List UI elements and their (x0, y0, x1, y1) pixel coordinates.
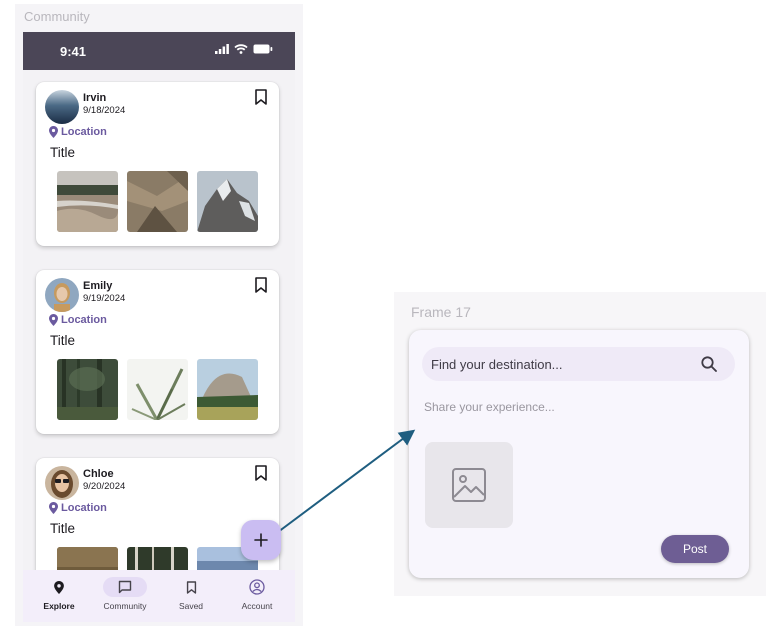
photo-row (57, 359, 258, 420)
status-icons (215, 44, 273, 54)
location-row[interactable]: Location (49, 126, 107, 138)
bookmark-icon[interactable] (254, 277, 268, 293)
status-time: 9:41 (60, 44, 87, 59)
search-placeholder: Find your destination... (431, 357, 563, 372)
user-name: Emily (83, 280, 113, 292)
nav-item-community[interactable]: Community (91, 577, 159, 617)
search-input[interactable]: Find your destination... (422, 347, 735, 381)
create-post-panel: Find your destination... Share your expe… (409, 330, 749, 578)
location-label: Location (61, 126, 107, 138)
avatar (45, 90, 79, 124)
account-icon (249, 579, 265, 595)
canyon-photo[interactable] (57, 547, 118, 570)
bottom-navigation: Explore Community Saved Account (23, 570, 295, 622)
location-pin-icon (49, 126, 58, 138)
image-icon (452, 468, 486, 502)
frame-label: Frame 17 (411, 304, 471, 320)
photo-row (57, 547, 258, 570)
post-title: Title (50, 145, 76, 160)
plant-leaves-photo[interactable] (127, 359, 188, 420)
location-label: Location (61, 314, 107, 326)
mountain-peak-photo[interactable] (197, 171, 258, 232)
post-date: 9/18/2024 (83, 105, 126, 116)
nav-label: Account (241, 601, 273, 611)
location-row[interactable]: Location (49, 314, 107, 326)
photo-row (57, 171, 258, 232)
forest-trees-photo[interactable] (127, 547, 188, 570)
status-bar: 9:41 (23, 32, 295, 70)
nav-item-explore[interactable]: Explore (25, 577, 93, 617)
post-date: 9/20/2024 (83, 481, 126, 492)
user-name: Irvin (83, 92, 107, 104)
avatar (45, 466, 79, 500)
nav-item-saved[interactable]: Saved (157, 577, 225, 617)
post-title: Title (50, 333, 76, 348)
post-card[interactable]: Irvin 9/18/2024 Location Title (36, 82, 279, 246)
share-experience-input[interactable]: Share your experience... (424, 400, 555, 414)
post-button[interactable]: Post (661, 535, 729, 563)
location-pin-icon (54, 580, 64, 594)
location-pin-icon (49, 314, 58, 326)
image-upload-placeholder[interactable] (425, 442, 513, 528)
post-title: Title (50, 521, 76, 536)
beach-photo[interactable] (57, 171, 118, 232)
half-dome-photo[interactable] (197, 359, 258, 420)
battery-icon (253, 44, 273, 54)
post-date: 9/19/2024 (83, 293, 126, 304)
frame-17: Frame 17 Find your destination... Share … (394, 292, 766, 596)
post-card[interactable]: Emily 9/19/2024 Location Title (36, 270, 279, 434)
signal-icon (215, 44, 229, 54)
phone-screen: 9:41 Irvin 9/18/2024 Location Title Emil… (23, 32, 295, 622)
nav-label: Saved (178, 601, 204, 611)
rock-texture-photo[interactable] (127, 171, 188, 232)
forest-photo[interactable] (57, 359, 118, 420)
plus-icon (254, 533, 268, 547)
chat-icon (118, 580, 132, 594)
frame-label: Community (24, 9, 90, 24)
nav-label: Explore (43, 601, 75, 611)
nav-active-indicator (103, 577, 147, 597)
location-row[interactable]: Location (49, 502, 107, 514)
bookmark-icon (186, 580, 196, 594)
avatar (45, 278, 79, 312)
bookmark-icon[interactable] (254, 465, 268, 481)
bookmark-icon[interactable] (254, 89, 268, 105)
post-feed[interactable]: Irvin 9/18/2024 Location Title Emily 9/1… (23, 70, 295, 570)
nav-label: Community (103, 601, 147, 611)
community-frame: Community 9:41 Irvin 9/18/2024 Location … (15, 4, 303, 626)
nav-item-account[interactable]: Account (223, 577, 291, 617)
wifi-icon (234, 44, 248, 54)
add-post-button[interactable] (241, 520, 281, 560)
search-icon[interactable] (700, 355, 718, 373)
user-name: Chloe (83, 468, 114, 480)
location-pin-icon (49, 502, 58, 514)
location-label: Location (61, 502, 107, 514)
